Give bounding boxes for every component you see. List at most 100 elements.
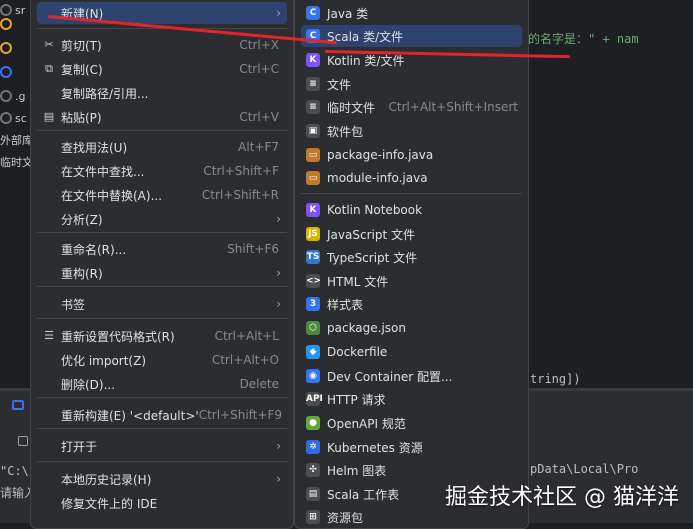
context-menu-item[interactable]: 重新构建(E) '<default>' Ctrl+Shift+F9	[37, 404, 287, 426]
signature-text: tring])	[530, 372, 581, 386]
submenu-item-label: 临时文件	[327, 100, 376, 115]
kotlin-notebook-icon: K	[306, 203, 320, 217]
submenu-item[interactable]: API HTTP 请求	[301, 388, 522, 410]
context-menu-item[interactable]: 打开于 ›	[37, 435, 287, 457]
scissors-icon: ✂	[44, 38, 54, 51]
context-menu-item[interactable]: 书签 ›	[37, 293, 287, 315]
submenu-item[interactable]: ⬡ package.json	[301, 317, 522, 339]
submenu-item-label: 文件	[327, 77, 352, 92]
submenu-item[interactable]: C Java 类	[301, 2, 522, 24]
format-icon: ☰	[44, 329, 54, 342]
context-menu-item[interactable]: ▤ 粘贴(P) Ctrl+V	[37, 106, 287, 128]
docker-icon: ◆	[306, 345, 320, 359]
new-submenu: C Java 类 C Scala 类/文件 K Kotlin 类/文件 ≡ 文件 ≡ 临时文件 Ct…	[294, 0, 529, 529]
html-icon: <>	[306, 274, 322, 288]
submenu-item-shortcut: Ctrl+Alt+Shift+Insert	[388, 100, 518, 114]
scala-worksheet-icon: ▤	[306, 487, 320, 501]
module-info-icon: ▭	[306, 171, 320, 185]
menu-item-label: 查找用法(U)	[61, 140, 128, 155]
menu-item-shortcut: Ctrl+V	[239, 110, 279, 124]
submenu-item[interactable]: ● OpenAPI 规范	[301, 412, 522, 434]
submenu-item[interactable]: 3 样式表	[301, 293, 522, 315]
submenu-item[interactable]: ▭ module-info.java	[301, 167, 522, 189]
submenu-item[interactable]: ✣ Helm 图表	[301, 459, 522, 481]
menu-item-shortcut: Ctrl+Shift+F	[203, 164, 279, 178]
menu-separator	[37, 286, 287, 287]
context-menu-item[interactable]: 重命名(R)... Shift+F6	[37, 238, 287, 260]
tree-item[interactable]	[0, 62, 34, 82]
submenu-item[interactable]: ◉ Dev Container 配置...	[301, 365, 522, 387]
submenu-item[interactable]: <> HTML 文件	[301, 270, 522, 292]
kubernetes-icon: ✲	[306, 440, 320, 454]
typescript-icon: TS	[306, 250, 320, 264]
submenu-item-label: HTML 文件	[327, 274, 389, 289]
file-icon: ≡	[306, 77, 320, 91]
menu-separator	[37, 130, 287, 131]
file-icon	[0, 66, 12, 78]
tree-item[interactable]: 临时文	[0, 152, 34, 172]
submenu-item-label: module-info.java	[327, 171, 428, 185]
submenu-item-label: JavaScript 文件	[327, 227, 415, 242]
tree-item[interactable]: sc	[0, 108, 34, 128]
context-menu-item[interactable]: 在文件中查找... Ctrl+Shift+F	[37, 160, 287, 182]
context-menu-item[interactable]: 优化 import(Z) Ctrl+Alt+O	[37, 349, 287, 371]
tree-item-label: 临时文	[0, 156, 33, 169]
menu-separator	[37, 232, 287, 233]
submenu-item[interactable]: ▭ package-info.java	[301, 144, 522, 166]
context-menu-item[interactable]: 删除(D)... Delete	[37, 373, 287, 395]
context-menu-item[interactable]: 修复文件上的 IDE	[37, 492, 287, 514]
submenu-item[interactable]: TS TypeScript 文件	[301, 246, 522, 268]
chevron-right-icon: ›	[276, 6, 281, 20]
menu-item-label: 书签	[61, 297, 86, 312]
watermark: 掘金技术社区 @ 猫洋洋	[445, 485, 679, 510]
menu-item-label: 粘贴(P)	[61, 110, 102, 125]
tree-item[interactable]	[0, 38, 34, 58]
scratch-file-icon: ≡	[306, 100, 320, 114]
context-menu-item[interactable]: 新建(N) ›	[37, 2, 287, 24]
menu-item-label: 在文件中替换(A)...	[61, 188, 163, 203]
camera-icon[interactable]	[18, 436, 28, 446]
tree-item[interactable]	[0, 14, 34, 34]
submenu-item[interactable]: ▣ 软件包	[301, 120, 522, 142]
submenu-item[interactable]: K Kotlin Notebook	[301, 199, 522, 221]
run-tab-icon[interactable]	[12, 400, 24, 410]
menu-item-label: 剪切(T)	[61, 38, 102, 53]
copy-icon: ⧉	[45, 62, 53, 75]
menu-item-label: 删除(D)...	[61, 377, 116, 392]
menu-item-label: 本地历史记录(H)	[61, 472, 152, 487]
file-icon	[0, 90, 12, 102]
context-menu-item[interactable]: ⧉ 复制(C) Ctrl+C	[37, 58, 287, 80]
context-menu-item[interactable]: 本地历史记录(H) ›	[37, 468, 287, 490]
context-menu-item[interactable]: ✂ 剪切(T) Ctrl+X	[37, 34, 287, 56]
menu-item-label: 分析(Z)	[61, 212, 103, 227]
context-menu-item[interactable]: 查找用法(U) Alt+F7	[37, 136, 287, 158]
context-menu-item[interactable]: 分析(Z) ›	[37, 208, 287, 230]
menu-separator	[37, 461, 287, 462]
java-class-icon: C	[306, 6, 320, 20]
kotlin-icon: K	[306, 53, 320, 67]
code-editor[interactable]: 的名字是：" + nam	[520, 0, 693, 70]
context-menu-item[interactable]: 重构(R) ›	[37, 262, 287, 284]
submenu-item-label: Helm 图表	[327, 463, 387, 478]
submenu-item[interactable]: ✲ Kubernetes 资源	[301, 436, 522, 458]
context-menu-item[interactable]: 复制路径/引用...	[37, 82, 287, 104]
context-menu-item[interactable]: 在文件中替换(A)... Ctrl+Shift+R	[37, 184, 287, 206]
context-menu-item[interactable]: ☰ 重新设置代码格式(R) Ctrl+Alt+L	[37, 325, 287, 347]
menu-item-label: 复制(C)	[61, 62, 103, 77]
menu-item-shortcut: Alt+F7	[238, 140, 279, 154]
tree-item-label: sc	[15, 111, 27, 125]
console-path-text: pData\Local\Pro	[530, 462, 639, 476]
menu-separator	[301, 193, 522, 194]
menu-item-label: 修复文件上的 IDE	[61, 496, 158, 511]
http-request-icon: API	[306, 392, 323, 406]
tree-item[interactable]: 外部库	[0, 130, 34, 150]
submenu-item[interactable]: ≡ 文件	[301, 73, 522, 95]
submenu-item[interactable]: ≡ 临时文件 Ctrl+Alt+Shift+Insert	[301, 96, 522, 118]
submenu-item[interactable]: ◆ Dockerfile	[301, 341, 522, 363]
chevron-right-icon: ›	[276, 297, 281, 311]
paste-icon: ▤	[43, 110, 55, 123]
submenu-item[interactable]: JS JavaScript 文件	[301, 223, 522, 245]
menu-item-shortcut: Shift+F6	[227, 242, 279, 256]
tree-item[interactable]: .g	[0, 86, 34, 106]
submenu-item-label: Java 类	[327, 6, 369, 21]
